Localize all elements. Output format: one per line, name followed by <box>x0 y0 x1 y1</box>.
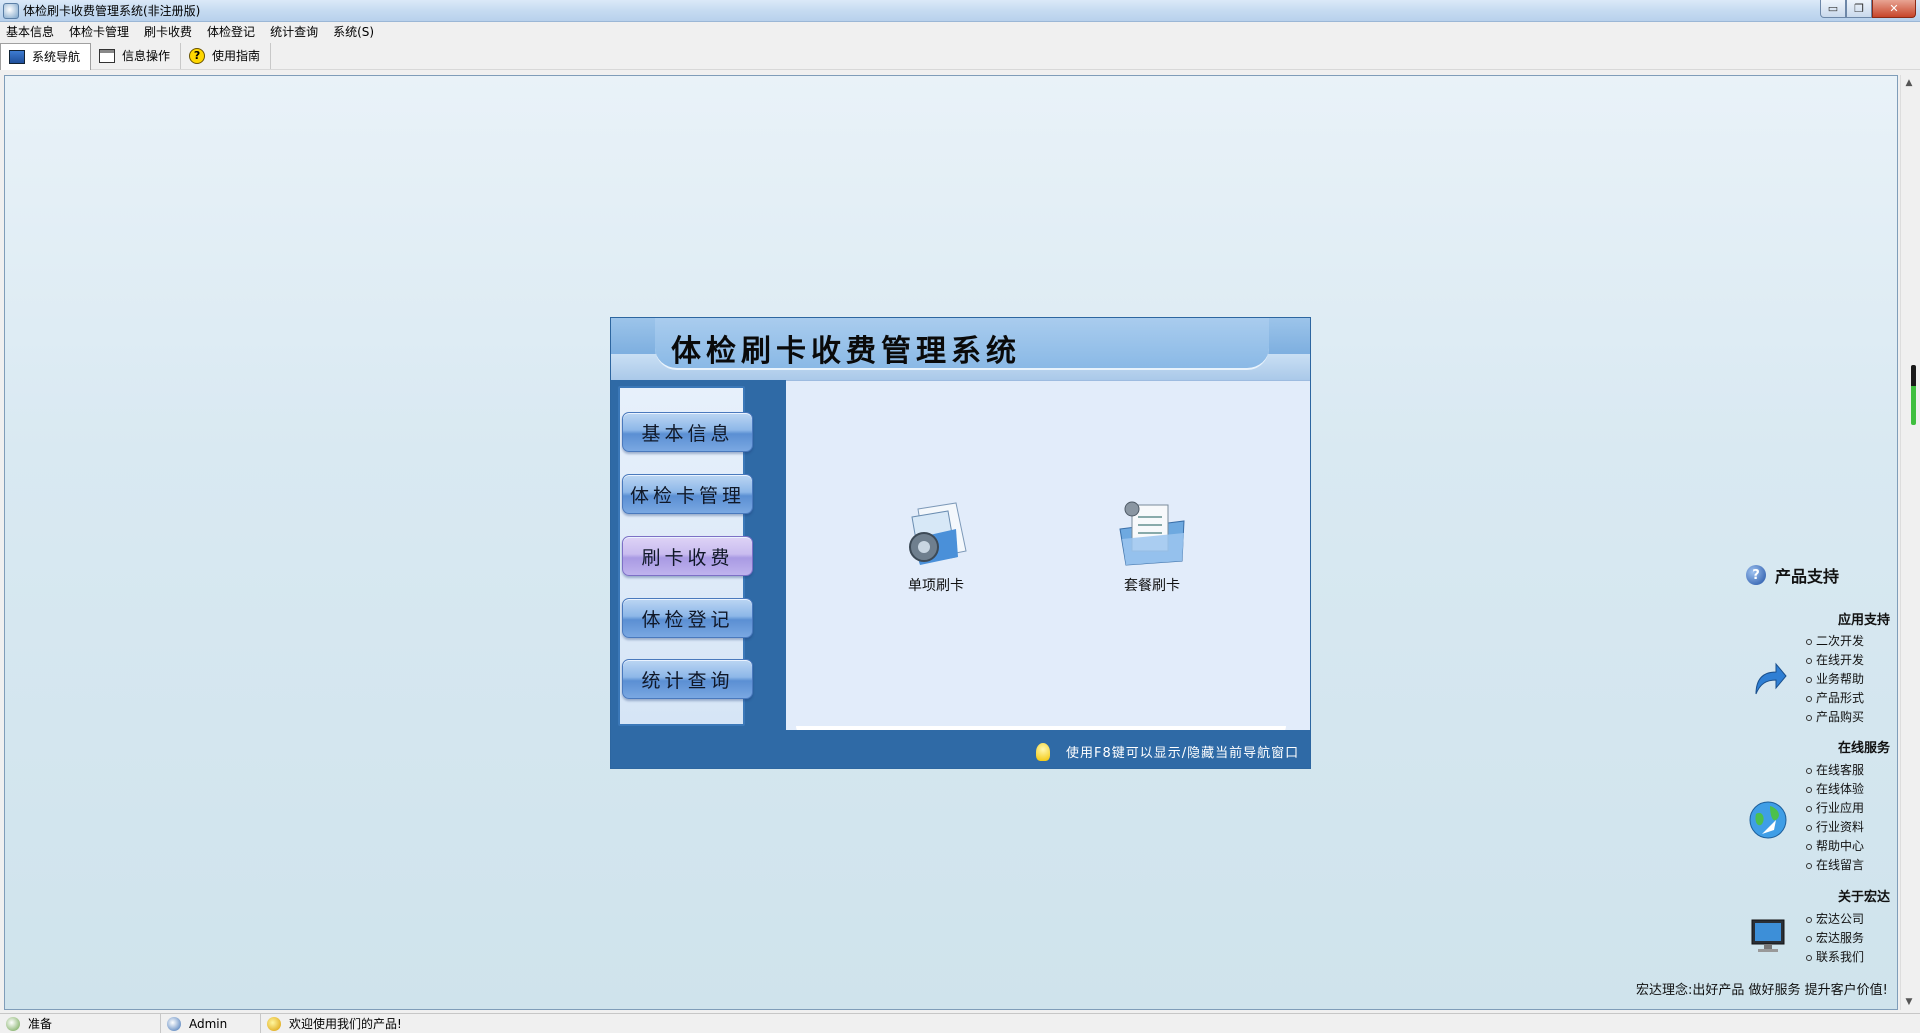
nav-button-card-charge[interactable]: 刷卡收费 <box>622 536 753 576</box>
nav-footer: 使用F8键可以显示/隐藏当前导航窗口 <box>611 730 1310 768</box>
question-icon: ? <box>1746 565 1766 585</box>
window-controls: ▭ ❐ ✕ <box>1820 0 1916 18</box>
status-ready: 准备 <box>0 1014 160 1033</box>
product-support-header: ? 产品支持 <box>1746 563 1900 587</box>
scroll-up-arrow-icon[interactable]: ▲ <box>1901 75 1917 91</box>
gear-document-icon <box>909 502 967 565</box>
menu-basic-info[interactable]: 基本信息 <box>0 22 63 42</box>
support-links-app: 二次开发 在线开发 业务帮助 产品形式 产品购买 <box>1806 632 1864 727</box>
tab-info-operations-label: 信息操作 <box>122 49 171 63</box>
menu-system[interactable]: 系统(S) <box>327 22 383 42</box>
tab-user-guide-label: 使用指南 <box>212 49 261 63</box>
help-icon: ? <box>189 47 206 64</box>
ready-icon <box>6 1016 20 1031</box>
link-online-message[interactable]: 在线留言 <box>1806 856 1864 875</box>
package-card-swipe-label: 套餐刷卡 <box>1124 578 1180 594</box>
link-business-help[interactable]: 业务帮助 <box>1806 670 1864 689</box>
status-welcome-text: 欢迎使用我们的产品! <box>289 1017 402 1031</box>
support-links-about: 宏达公司 宏达服务 联系我们 <box>1806 910 1864 967</box>
status-bar: 准备 Admin 欢迎使用我们的产品! <box>0 1013 1920 1033</box>
f8-hint: 使用F8键可以显示/隐藏当前导航窗口 <box>1036 742 1299 761</box>
link-help-center[interactable]: 帮助中心 <box>1806 837 1864 856</box>
scroll-thumb[interactable] <box>1911 365 1916 425</box>
lightbulb-icon <box>1036 742 1050 761</box>
status-welcome: 欢迎使用我们的产品! <box>260 1013 402 1033</box>
navigation-panel: 体检刷卡收费管理系统 基本信息 体检卡管理 刷卡收费 体检登记 统计查询 单项刷… <box>610 317 1311 769</box>
support-group-title-app: 应用支持 <box>1838 613 1891 628</box>
window-title: 体检刷卡收费管理系统(非注册版) <box>23 4 201 18</box>
company-slogan: 宏达理念:出好产品 做好服务 提升客户价值! <box>1636 983 1888 998</box>
menu-statistics[interactable]: 统计查询 <box>264 22 327 42</box>
product-support-panel: ? 产品支持 <box>1740 563 1900 587</box>
status-user: Admin <box>160 1013 260 1033</box>
link-secondary-dev[interactable]: 二次开发 <box>1806 632 1864 651</box>
vertical-scrollbar[interactable]: ▲ ▼ <box>1900 75 1916 1010</box>
link-online-trial[interactable]: 在线体验 <box>1806 780 1864 799</box>
title-bar: 体检刷卡收费管理系统(非注册版) ▭ ❐ ✕ <box>0 0 1920 22</box>
minimize-button[interactable]: ▭ <box>1820 0 1846 18</box>
support-links-online: 在线客服 在线体验 行业应用 行业资料 帮助中心 在线留言 <box>1806 761 1864 875</box>
single-card-swipe-label: 单项刷卡 <box>908 578 964 594</box>
support-group-title-online: 在线服务 <box>1838 741 1891 756</box>
nav-monitor-icon <box>9 49 25 64</box>
support-group-title-about: 关于宏达 <box>1838 890 1891 905</box>
menu-card-management[interactable]: 体检卡管理 <box>63 22 138 42</box>
link-industry-resources[interactable]: 行业资料 <box>1806 818 1864 837</box>
nav-button-basic-info[interactable]: 基本信息 <box>622 412 753 452</box>
nav-title: 体检刷卡收费管理系统 <box>671 334 1021 369</box>
document-icon <box>99 48 116 63</box>
tab-user-guide[interactable]: ? 使用指南 <box>181 42 272 69</box>
tab-system-navigation-label: 系统导航 <box>32 50 81 64</box>
welcome-icon <box>267 1016 281 1031</box>
globe-icon <box>1749 801 1787 839</box>
status-ready-text: 准备 <box>28 1017 53 1031</box>
package-card-swipe[interactable]: 套餐刷卡 <box>1097 499 1207 595</box>
link-online-support[interactable]: 在线客服 <box>1806 761 1864 780</box>
link-product-form[interactable]: 产品形式 <box>1806 689 1864 708</box>
product-support-title: 产品支持 <box>1775 567 1840 586</box>
menu-card-charge[interactable]: 刷卡收费 <box>138 22 201 42</box>
link-hongda-service[interactable]: 宏达服务 <box>1806 929 1864 948</box>
maximize-button[interactable]: ❐ <box>1846 0 1872 18</box>
app-icon <box>3 2 19 19</box>
clipboard-folder-icon <box>1119 501 1185 566</box>
menu-exam-registration[interactable]: 体检登记 <box>201 22 264 42</box>
tab-info-operations[interactable]: 信息操作 <box>91 42 182 69</box>
toolbar: 系统导航 信息操作 ? 使用指南 <box>0 42 1920 70</box>
link-hongda-company[interactable]: 宏达公司 <box>1806 910 1864 929</box>
nav-button-card-management[interactable]: 体检卡管理 <box>622 474 753 514</box>
status-user-text: Admin <box>189 1016 228 1031</box>
link-online-dev[interactable]: 在线开发 <box>1806 651 1864 670</box>
arrow-icon <box>1755 662 1787 695</box>
function-area: 单项刷卡 套餐刷卡 <box>786 380 1310 736</box>
link-industry-apps[interactable]: 行业应用 <box>1806 799 1864 818</box>
nav-button-statistics[interactable]: 统计查询 <box>622 659 753 699</box>
f8-hint-text: 使用F8键可以显示/隐藏当前导航窗口 <box>1066 746 1300 761</box>
close-button[interactable]: ✕ <box>1872 0 1916 18</box>
user-icon <box>167 1016 181 1031</box>
nav-button-exam-registration[interactable]: 体检登记 <box>622 598 753 638</box>
single-card-swipe[interactable]: 单项刷卡 <box>881 499 991 595</box>
link-product-purchase[interactable]: 产品购买 <box>1806 708 1864 727</box>
link-contact-us[interactable]: 联系我们 <box>1806 948 1864 967</box>
tab-system-navigation[interactable]: 系统导航 <box>0 42 92 70</box>
menu-bar: 基本信息 体检卡管理 刷卡收费 体检登记 统计查询 系统(S) <box>0 22 1920 42</box>
scroll-down-arrow-icon[interactable]: ▼ <box>1901 994 1917 1010</box>
nav-header: 体检刷卡收费管理系统 <box>611 318 1310 380</box>
monitor-icon <box>1751 919 1785 952</box>
